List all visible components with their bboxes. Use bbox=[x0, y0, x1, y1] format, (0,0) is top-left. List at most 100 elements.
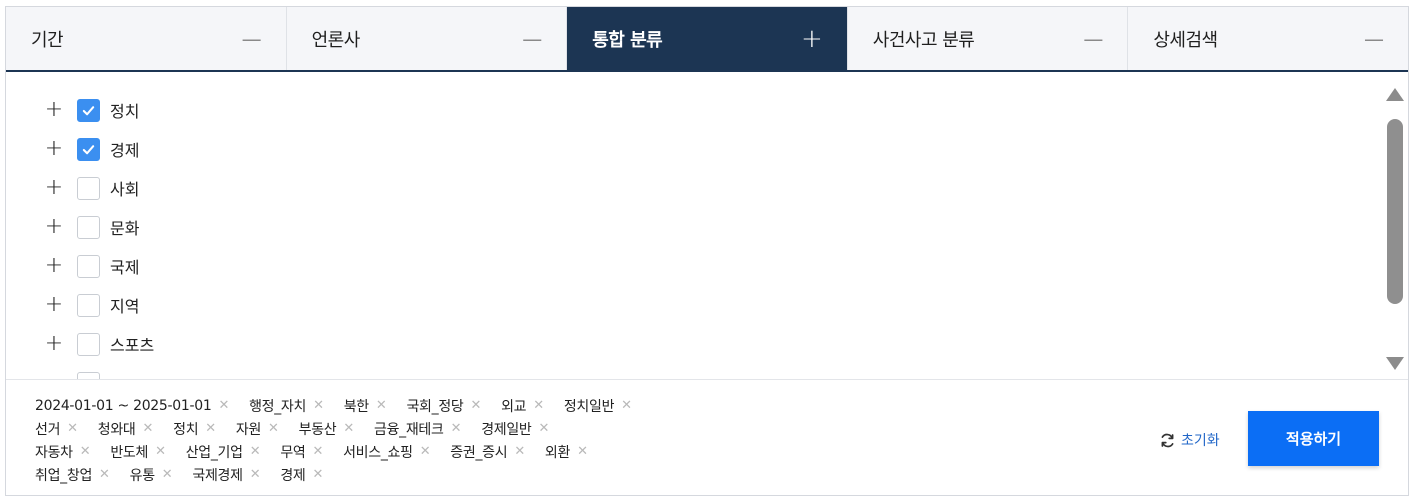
remove-icon[interactable]: ✕ bbox=[155, 444, 166, 459]
collapse-icon[interactable]: — bbox=[242, 29, 262, 49]
filter-chip: 금융_재테크 ✕ bbox=[374, 419, 461, 439]
expand-node-icon[interactable]: + bbox=[44, 333, 64, 355]
collapse-icon[interactable]: — bbox=[1364, 29, 1384, 49]
tab-incident-category[interactable]: 사건사고 분류 — bbox=[847, 7, 1129, 70]
remove-icon[interactable]: ✕ bbox=[99, 467, 110, 482]
expand-node-icon[interactable]: + bbox=[44, 138, 64, 160]
remove-icon[interactable]: ✕ bbox=[451, 421, 462, 436]
filter-chip: 산업_기업 ✕ bbox=[186, 442, 261, 462]
expand-node-icon[interactable]: + bbox=[44, 255, 64, 277]
tab-label: 기간 bbox=[31, 29, 64, 51]
vertical-scrollbar[interactable] bbox=[1384, 84, 1406, 374]
remove-icon[interactable]: ✕ bbox=[514, 444, 525, 459]
tree-item-label: 문화 bbox=[110, 219, 140, 238]
remove-icon[interactable]: ✕ bbox=[312, 467, 323, 482]
scroll-thumb[interactable] bbox=[1387, 119, 1403, 304]
filter-chip-label: 행정_자치 bbox=[249, 398, 307, 415]
filter-chip-label: 정치일반 bbox=[563, 398, 615, 415]
check-icon bbox=[82, 105, 95, 115]
remove-icon[interactable]: ✕ bbox=[162, 467, 173, 482]
expand-node-icon[interactable]: + bbox=[44, 177, 64, 199]
expand-node-icon[interactable]: + bbox=[44, 294, 64, 316]
selected-filters-footer: 2024-01-01 ~ 2025-01-01 ✕ 행정_자치 ✕ 북한 ✕ 국회_정… bbox=[6, 379, 1408, 495]
checkbox[interactable] bbox=[77, 98, 100, 122]
remove-icon[interactable]: ✕ bbox=[143, 421, 154, 436]
category-tree: + 정치 + 경제 + 사회 + 문화 + 국제 + 지역 + 스포츠 bbox=[6, 74, 1408, 379]
remove-icon[interactable]: ✕ bbox=[470, 398, 481, 413]
filter-chip: 2024-01-01 ~ 2025-01-01 ✕ bbox=[35, 398, 229, 414]
tree-item-label: 국제 bbox=[110, 258, 140, 277]
remove-icon[interactable]: ✕ bbox=[343, 421, 354, 436]
filter-chip: 증권_증시 ✕ bbox=[450, 442, 525, 462]
remove-icon[interactable]: ✕ bbox=[577, 444, 588, 459]
tab-label: 통합 분류 bbox=[592, 29, 663, 51]
scroll-down-arrow-icon[interactable] bbox=[1386, 357, 1404, 370]
checkbox[interactable] bbox=[77, 293, 100, 317]
remove-icon[interactable]: ✕ bbox=[313, 398, 324, 413]
tree-item: + 사회 bbox=[44, 175, 139, 201]
filter-line: 선거 ✕ 청와대 ✕ 정치 ✕ 자원 ✕ 부동산 ✕ 금융_재테크 ✕ 경제일반 ✕ bbox=[35, 417, 1135, 440]
filter-chip: 정치 ✕ bbox=[173, 419, 216, 439]
filter-chip-label: 북한 bbox=[343, 398, 369, 415]
tree-item-label: 지역 bbox=[110, 297, 140, 316]
checkbox[interactable] bbox=[77, 371, 100, 379]
apply-button[interactable]: 적용하기 bbox=[1248, 411, 1379, 466]
filter-chip-label: 취업_창업 bbox=[35, 467, 93, 484]
filter-chip: 북한 ✕ bbox=[344, 396, 387, 416]
filter-chip-label: 부동산 bbox=[298, 421, 337, 438]
remove-icon[interactable]: ✕ bbox=[80, 444, 91, 459]
filter-line: 2024-01-01 ~ 2025-01-01 ✕ 행정_자치 ✕ 북한 ✕ 국회_정… bbox=[35, 394, 1135, 417]
expand-icon[interactable]: + bbox=[801, 26, 823, 52]
filter-chip: 자동차 ✕ bbox=[35, 442, 91, 462]
remove-icon[interactable]: ✕ bbox=[376, 398, 387, 413]
tree-item: + 정치 bbox=[44, 97, 139, 123]
reset-button[interactable]: 초기화 bbox=[1159, 430, 1220, 450]
filter-chip: 국회_정당 ✕ bbox=[406, 396, 481, 416]
filter-chip-label: 선거 bbox=[35, 421, 61, 438]
filter-chip: 외환 ✕ bbox=[545, 442, 588, 462]
remove-icon[interactable]: ✕ bbox=[250, 467, 261, 482]
filter-chip: 반도체 ✕ bbox=[110, 442, 166, 462]
tab-integrated-category[interactable]: 통합 분류 + bbox=[567, 7, 848, 70]
checkbox[interactable] bbox=[77, 137, 100, 161]
remove-icon[interactable]: ✕ bbox=[268, 421, 279, 436]
filter-chip-label: 외교 bbox=[501, 398, 527, 415]
expand-node-icon[interactable]: + bbox=[44, 216, 64, 238]
remove-icon[interactable]: ✕ bbox=[250, 444, 261, 459]
filter-tabs: 기간 — 언론사 — 통합 분류 + 사건사고 분류 — 상세검색 — bbox=[6, 7, 1408, 72]
filter-chip-label: 무역 bbox=[280, 444, 306, 461]
filter-chip-label: 청와대 bbox=[97, 421, 136, 438]
remove-icon[interactable]: ✕ bbox=[533, 398, 544, 413]
remove-icon[interactable]: ✕ bbox=[312, 444, 323, 459]
tree-item-label: 사회 bbox=[110, 180, 140, 199]
tab-press[interactable]: 언론사 — bbox=[286, 7, 568, 70]
checkbox[interactable] bbox=[77, 332, 100, 356]
remove-icon[interactable]: ✕ bbox=[539, 421, 550, 436]
check-icon bbox=[82, 144, 95, 154]
collapse-icon[interactable]: — bbox=[1083, 29, 1103, 49]
filter-chip-label: 증권_증시 bbox=[450, 444, 508, 461]
remove-icon[interactable]: ✕ bbox=[205, 421, 216, 436]
checkbox[interactable] bbox=[77, 176, 100, 200]
filter-chip: 경제일반 ✕ bbox=[481, 419, 549, 439]
remove-icon[interactable]: ✕ bbox=[218, 398, 229, 413]
collapse-icon[interactable]: — bbox=[522, 29, 542, 49]
filter-chip-label: 국제경제 bbox=[192, 467, 243, 484]
tab-label: 사건사고 분류 bbox=[872, 29, 975, 51]
scroll-up-arrow-icon[interactable] bbox=[1386, 88, 1404, 101]
filter-chip: 청와대 ✕ bbox=[97, 419, 154, 439]
remove-icon[interactable]: ✕ bbox=[621, 398, 632, 413]
tree-item-partial bbox=[44, 370, 110, 379]
tab-period[interactable]: 기간 — bbox=[6, 7, 287, 70]
expand-node-icon[interactable]: + bbox=[44, 99, 64, 121]
filter-chip: 경제 ✕ bbox=[280, 465, 323, 485]
checkbox[interactable] bbox=[77, 254, 100, 278]
filter-line: 취업_창업 ✕ 유통 ✕ 국제경제 ✕ 경제 ✕ bbox=[35, 463, 1135, 486]
filter-chip-label: 외환 bbox=[544, 444, 571, 461]
selected-filter-list: 2024-01-01 ~ 2025-01-01 ✕ 행정_자치 ✕ 북한 ✕ 국회_정… bbox=[35, 394, 1135, 486]
remove-icon[interactable]: ✕ bbox=[420, 444, 431, 459]
tree-item: + 스포츠 bbox=[44, 331, 154, 357]
checkbox[interactable] bbox=[77, 215, 100, 239]
tab-detail-search[interactable]: 상세검색 — bbox=[1128, 7, 1408, 70]
remove-icon[interactable]: ✕ bbox=[67, 421, 78, 436]
